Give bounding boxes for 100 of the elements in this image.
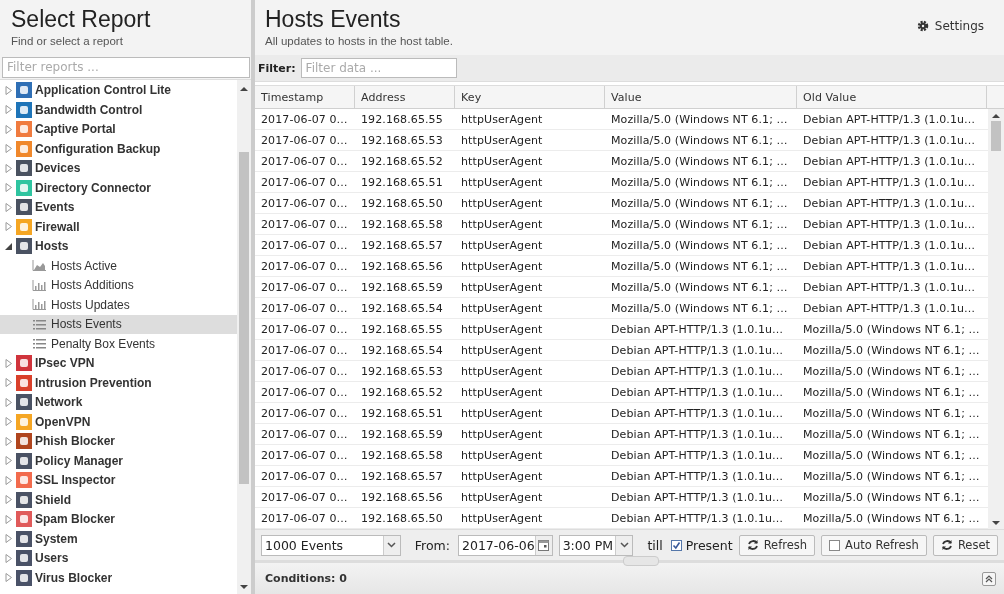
event-limit-select[interactable]: 1000 Events	[261, 534, 401, 556]
expand-arrow-icon[interactable]	[4, 397, 13, 407]
expand-arrow-icon[interactable]	[4, 514, 13, 524]
table-cell-text: 192.168.65.54	[360, 342, 444, 359]
expand-arrow-icon[interactable]	[4, 573, 13, 583]
column-header[interactable]: Value	[605, 86, 797, 108]
table-cell-text: Mozilla/5.0 (Windows NT 6.1; …	[802, 447, 981, 464]
table-cell-text: 2017-06-07 0…	[260, 216, 349, 233]
table-cell-text: Mozilla/5.0 (Windows NT 6.1; …	[802, 363, 981, 380]
tree-item[interactable]: Hosts	[0, 236, 237, 256]
collapse-button[interactable]	[982, 571, 996, 586]
table-cell-text: httpUserAgent	[460, 279, 544, 296]
expand-arrow-icon[interactable]	[4, 358, 13, 368]
expand-arrow-icon[interactable]	[4, 202, 13, 212]
expand-arrow-icon[interactable]	[4, 378, 13, 388]
table-cell-text: 2017-06-07 0…	[260, 384, 349, 401]
tree-item[interactable]: Firewall	[0, 217, 237, 237]
table-cell-text: Debian APT-HTTP/1.3 (1.0.1u…	[802, 300, 977, 317]
scroll-down-icon[interactable]	[240, 584, 248, 590]
table-cell-text: 2017-06-07 0…	[260, 468, 349, 485]
expand-arrow-icon[interactable]	[4, 222, 13, 232]
column-header[interactable]: Key	[455, 86, 605, 108]
tree-item[interactable]: OpenVPN	[0, 412, 237, 432]
table-cell-text: 2017-06-07 0…	[260, 153, 349, 170]
expand-arrow-icon[interactable]	[4, 417, 13, 427]
filter-data-field[interactable]: Filter data ...	[300, 58, 457, 78]
table-cell-text: httpUserAgent	[460, 426, 544, 443]
table-cell-text: Debian APT-HTTP/1.3 (1.0.1u…	[802, 153, 977, 170]
expand-arrow-icon[interactable]	[4, 183, 13, 193]
tree-item[interactable]: IPsec VPN	[0, 353, 237, 373]
present-checkbox[interactable]: Present	[670, 537, 733, 553]
table-cell-text: 192.168.65.50	[360, 195, 444, 212]
tree-item[interactable]: Policy Manager	[0, 451, 237, 471]
tree-item[interactable]: Devices	[0, 158, 237, 178]
table-cell-text: 192.168.65.53	[360, 132, 444, 149]
scroll-thumb[interactable]	[239, 151, 249, 484]
tree-item[interactable]: Virus Blocker	[0, 568, 237, 588]
scroll-up-icon[interactable]	[992, 113, 1000, 119]
tree-item[interactable]: Penalty Box Events	[0, 334, 237, 354]
scroll-thumb[interactable]	[991, 121, 1001, 151]
tree-item[interactable]: Users	[0, 548, 237, 568]
tree-item[interactable]: Captive Portal	[0, 119, 237, 139]
scrollbar[interactable]	[237, 79, 251, 594]
expand-arrow-icon[interactable]	[4, 456, 13, 466]
list-icon	[32, 318, 46, 330]
tree-item[interactable]: Application Control Lite	[0, 80, 237, 100]
tree-item[interactable]: Directory Connector	[0, 178, 237, 198]
tree-item[interactable]: Hosts Updates	[0, 295, 237, 315]
table-cell-text: httpUserAgent	[460, 174, 544, 191]
tree-item[interactable]: Hosts Additions	[0, 275, 237, 295]
tree-item[interactable]: Intrusion Prevention	[0, 373, 237, 393]
expand-arrow-icon[interactable]	[4, 475, 13, 485]
expand-arrow-icon[interactable]	[4, 85, 13, 95]
date-field[interactable]: 2017-06-06	[458, 534, 553, 556]
refresh-icon	[940, 539, 953, 551]
column-header[interactable]: Timestamp	[255, 86, 355, 108]
collapse-arrow-icon[interactable]	[4, 241, 13, 251]
splitter-handle[interactable]	[623, 556, 659, 566]
table-cell-text: 192.168.65.57	[360, 237, 444, 254]
tree-item[interactable]: SSL Inspector	[0, 470, 237, 490]
tree-item[interactable]: Network	[0, 392, 237, 412]
expand-arrow-icon[interactable]	[4, 144, 13, 154]
table-cell-text: 192.168.65.59	[360, 426, 444, 443]
auto-refresh-button[interactable]: Auto Refresh	[821, 534, 927, 556]
tree-item[interactable]: System	[0, 529, 237, 549]
table-cell-text: Debian APT-HTTP/1.3 (1.0.1u…	[610, 489, 785, 506]
expand-arrow-icon[interactable]	[4, 553, 13, 563]
table-cell-text: httpUserAgent	[460, 300, 544, 317]
filter-reports-field[interactable]: Filter reports ...	[2, 56, 250, 78]
tree-item[interactable]: Events	[0, 197, 237, 217]
column-header[interactable]: Address	[355, 86, 455, 108]
table-cell-text: Debian APT-HTTP/1.3 (1.0.1u…	[802, 111, 977, 128]
tree-item[interactable]: Hosts Events	[0, 314, 237, 334]
scroll-down-icon[interactable]	[992, 520, 1000, 526]
tree-item[interactable]: Spam Blocker	[0, 509, 237, 529]
refresh-button[interactable]: Refresh	[738, 534, 816, 556]
tree-item[interactable]: Phish Blocker	[0, 431, 237, 451]
scroll-up-icon[interactable]	[240, 85, 248, 92]
expand-arrow-icon[interactable]	[4, 163, 13, 173]
table-cell-text: Mozilla/5.0 (Windows NT 6.1; …	[610, 300, 789, 317]
expand-arrow-icon[interactable]	[4, 105, 13, 115]
table-cell-text: Mozilla/5.0 (Windows NT 6.1; …	[802, 468, 981, 485]
settings-button[interactable]: Settings	[916, 16, 994, 36]
reset-button[interactable]: Reset	[932, 534, 998, 556]
expand-arrow-icon[interactable]	[4, 436, 13, 446]
table-cell-text: 192.168.65.51	[360, 174, 444, 191]
filter-label: Filter:	[258, 61, 296, 75]
time-select[interactable]: 3:00 PM	[558, 534, 634, 556]
tree-item[interactable]: Shield	[0, 490, 237, 510]
column-header[interactable]: Old Value	[797, 86, 987, 108]
table-cell-text: Mozilla/5.0 (Windows NT 6.1; …	[802, 489, 981, 506]
tree-item[interactable]: Configuration Backup	[0, 139, 237, 159]
expand-arrow-icon[interactable]	[4, 495, 13, 505]
table-cell-text: httpUserAgent	[460, 447, 544, 464]
tree-item[interactable]: Bandwidth Control	[0, 100, 237, 120]
scrollbar[interactable]	[988, 109, 1004, 529]
expand-arrow-icon[interactable]	[4, 534, 13, 544]
expand-arrow-icon[interactable]	[4, 124, 13, 134]
table-cell-text: Debian APT-HTTP/1.3 (1.0.1u…	[610, 321, 785, 338]
tree-item[interactable]: Hosts Active	[0, 256, 237, 276]
